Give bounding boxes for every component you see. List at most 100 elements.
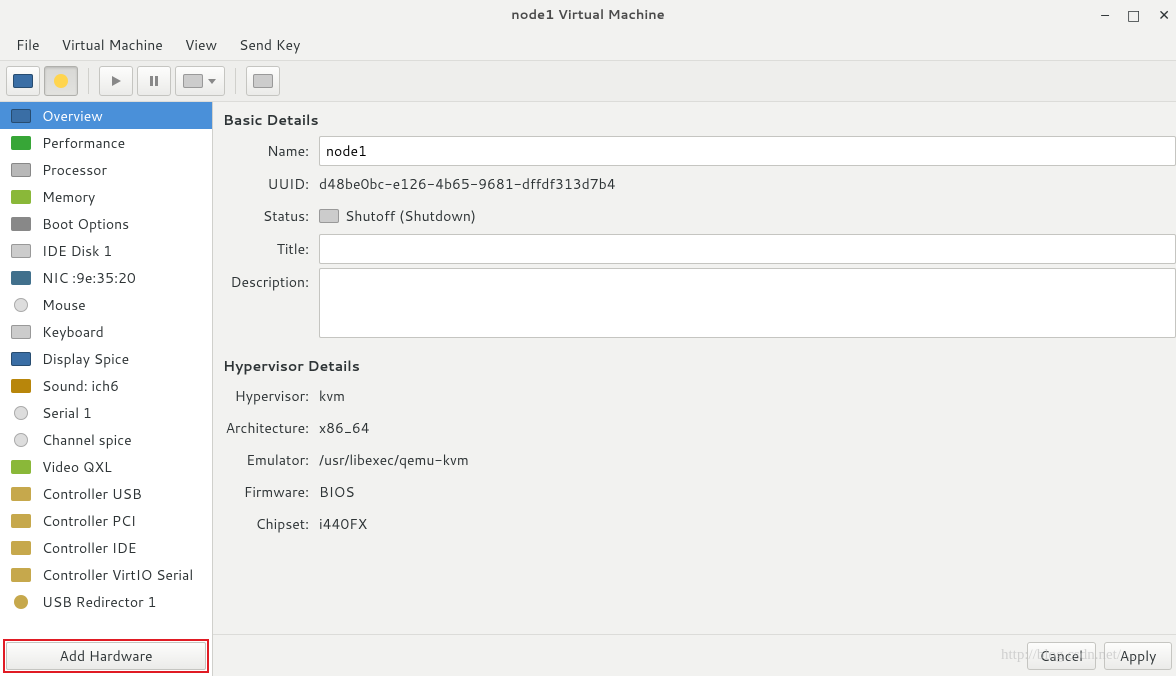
description-field[interactable] xyxy=(319,268,1176,338)
sidebar-item-label: Memory xyxy=(42,187,95,207)
menu-send-key[interactable]: Send Key xyxy=(229,32,310,58)
apply-button[interactable]: Apply xyxy=(1104,642,1172,670)
value-chipset: i440FX xyxy=(319,514,1176,534)
menu-view[interactable]: View xyxy=(175,32,227,58)
sq-disk-icon xyxy=(10,242,32,260)
sidebar-item-label: Overview xyxy=(42,106,103,126)
sidebar-item-nic-9e-35-20[interactable]: NIC :9e:35:20 xyxy=(0,264,212,291)
shutdown-menu-button[interactable] xyxy=(175,66,225,96)
value-hypervisor: kvm xyxy=(319,386,1176,406)
sidebar-item-controller-pci[interactable]: Controller PCI xyxy=(0,507,212,534)
sidebar-item-label: Controller IDE xyxy=(42,538,137,558)
sidebar-item-overview[interactable]: Overview xyxy=(0,102,212,129)
toolbar-separator xyxy=(235,68,236,94)
label-chipset: Chipset: xyxy=(223,514,319,534)
sq-perf-icon xyxy=(10,134,32,152)
sidebar-item-channel-spice[interactable]: Channel spice xyxy=(0,426,212,453)
value-uuid: d48be0bc-e126-4b65-9681-dffdf313d7b4 xyxy=(319,174,1176,194)
section-basic-details: Basic Details xyxy=(223,110,1176,130)
run-button[interactable] xyxy=(99,66,133,96)
console-button[interactable] xyxy=(6,66,40,96)
sidebar-item-label: Boot Options xyxy=(42,214,129,234)
menu-file[interactable]: File xyxy=(6,32,50,58)
sq-boot-icon xyxy=(10,215,32,233)
sq-cpu-icon xyxy=(10,161,32,179)
sidebar-item-controller-usb[interactable]: Controller USB xyxy=(0,480,212,507)
sidebar-item-label: Controller VirtIO Serial xyxy=(42,565,193,585)
maximize-icon[interactable]: □ xyxy=(1127,5,1140,25)
sidebar-item-ide-disk-1[interactable]: IDE Disk 1 xyxy=(0,237,212,264)
sidebar-item-usb-redirector-1[interactable]: USB Redirector 1 xyxy=(0,588,212,615)
hardware-list[interactable]: Overview Performance Processor Memory Boot O… xyxy=(0,102,212,636)
pause-button[interactable] xyxy=(137,66,171,96)
sidebar-item-label: USB Redirector 1 xyxy=(42,592,156,612)
sidebar-item-label: Sound: ich6 xyxy=(42,376,119,396)
toolbar-separator xyxy=(88,68,89,94)
toolbar xyxy=(0,60,1176,102)
label-architecture: Architecture: xyxy=(223,418,319,438)
sq-ser-icon xyxy=(10,431,32,449)
cancel-button[interactable]: Cancel xyxy=(1027,642,1097,670)
sidebar-item-label: Video QXL xyxy=(42,457,112,477)
main-area: Overview Performance Processor Memory Boot O… xyxy=(0,102,1176,676)
label-status: Status: xyxy=(223,206,319,226)
sidebar-item-controller-virtio-serial[interactable]: Controller VirtIO Serial xyxy=(0,561,212,588)
power-icon xyxy=(183,74,203,88)
title-field[interactable] xyxy=(319,234,1176,264)
sq-mon-icon xyxy=(10,350,32,368)
sidebar-item-label: Processor xyxy=(42,160,107,180)
minimize-icon[interactable]: – xyxy=(1101,5,1109,25)
label-uuid: UUID: xyxy=(223,174,319,194)
fullscreen-icon xyxy=(253,74,273,88)
value-firmware: BIOS xyxy=(319,482,1176,502)
sidebar-item-label: Performance xyxy=(42,133,125,153)
sq-ctrl-icon xyxy=(10,566,32,584)
label-hypervisor: Hypervisor: xyxy=(223,386,319,406)
add-hardware-highlight: Add Hardware xyxy=(3,639,209,673)
sidebar-item-display-spice[interactable]: Display Spice xyxy=(0,345,212,372)
sq-ctrl-icon xyxy=(10,512,32,530)
sidebar-item-label: Controller PCI xyxy=(42,511,136,531)
name-field[interactable] xyxy=(319,136,1176,166)
sidebar-item-label: NIC :9e:35:20 xyxy=(42,268,136,288)
add-hardware-button[interactable]: Add Hardware xyxy=(6,642,206,670)
pause-icon xyxy=(148,75,160,87)
sq-mouse-icon xyxy=(10,296,32,314)
sidebar-item-video-qxl[interactable]: Video QXL xyxy=(0,453,212,480)
sidebar-item-serial-1[interactable]: Serial 1 xyxy=(0,399,212,426)
menubar: File Virtual Machine View Send Key xyxy=(0,30,1176,60)
sidebar-item-memory[interactable]: Memory xyxy=(0,183,212,210)
status-icon xyxy=(319,209,339,223)
sidebar-item-controller-ide[interactable]: Controller IDE xyxy=(0,534,212,561)
sidebar-item-boot-options[interactable]: Boot Options xyxy=(0,210,212,237)
sidebar-item-processor[interactable]: Processor xyxy=(0,156,212,183)
close-icon[interactable]: ✕ xyxy=(1158,5,1170,25)
window-title: node1 Virtual Machine xyxy=(511,6,664,24)
sq-ser-icon xyxy=(10,404,32,422)
monitor-icon xyxy=(13,74,33,88)
window-controls: – □ ✕ xyxy=(1101,5,1170,25)
sidebar-item-performance[interactable]: Performance xyxy=(0,129,212,156)
sidebar-item-label: Serial 1 xyxy=(42,403,92,423)
sq-kbd-icon xyxy=(10,323,32,341)
label-title: Title: xyxy=(223,239,319,259)
titlebar: node1 Virtual Machine – □ ✕ xyxy=(0,0,1176,30)
bulb-icon xyxy=(54,74,68,88)
sidebar: Overview Performance Processor Memory Boot O… xyxy=(0,102,213,676)
label-firmware: Firmware: xyxy=(223,482,319,502)
sq-mem-icon xyxy=(10,188,32,206)
details-button[interactable] xyxy=(44,66,78,96)
sidebar-item-keyboard[interactable]: Keyboard xyxy=(0,318,212,345)
fullscreen-button[interactable] xyxy=(246,66,280,96)
sidebar-item-label: Keyboard xyxy=(42,322,104,342)
sq-ctrl-icon xyxy=(10,485,32,503)
sq-vid-icon xyxy=(10,458,32,476)
sidebar-item-label: Controller USB xyxy=(42,484,142,504)
sq-usb-icon xyxy=(10,593,32,611)
section-hypervisor-details: Hypervisor Details xyxy=(223,356,1176,376)
sidebar-item-sound-ich6[interactable]: Sound: ich6 xyxy=(0,372,212,399)
menu-virtual-machine[interactable]: Virtual Machine xyxy=(52,32,173,58)
sq-mon-icon xyxy=(10,107,32,125)
value-status: Shutoff (Shutdown) xyxy=(345,206,476,226)
sidebar-item-mouse[interactable]: Mouse xyxy=(0,291,212,318)
